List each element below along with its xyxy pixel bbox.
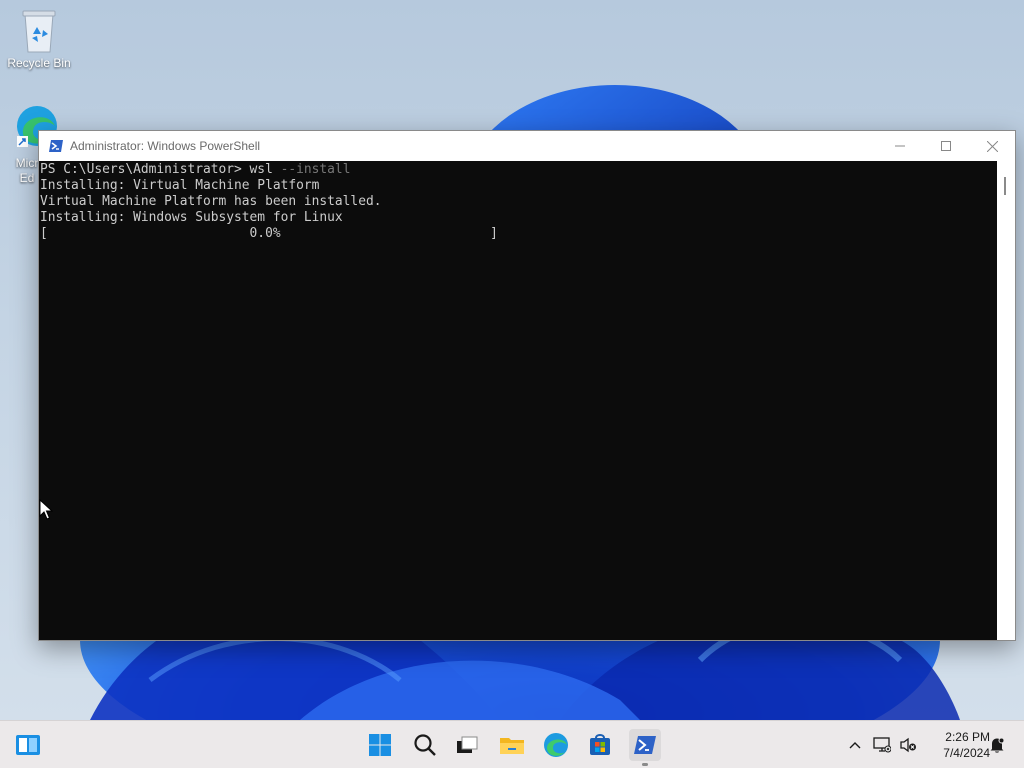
taskbar-store-button[interactable]	[584, 729, 616, 761]
console-line: Installing: Windows Subsystem for Linux	[40, 210, 343, 225]
active-app-indicator	[642, 763, 648, 766]
taskbar-start-button[interactable]	[364, 729, 396, 761]
console-output[interactable]: PS C:\Users\Administrator> wsl --install…	[39, 161, 997, 640]
window-title: Administrator: Windows PowerShell	[70, 139, 261, 153]
tray-network-button[interactable]	[872, 721, 892, 769]
powershell-icon	[634, 736, 656, 754]
store-icon	[590, 734, 610, 755]
taskbar-file-explorer-button[interactable]	[496, 729, 528, 761]
title-bar[interactable]: Administrator: Windows PowerShell	[39, 131, 1015, 161]
search-icon	[414, 734, 436, 756]
console-command: wsl	[249, 162, 273, 177]
tray-overflow-button[interactable]	[844, 721, 866, 769]
close-icon	[986, 140, 998, 152]
console-line: Virtual Machine Platform has been instal…	[40, 194, 382, 209]
widgets-button[interactable]	[12, 729, 44, 761]
network-icon	[873, 737, 891, 753]
maximize-icon	[941, 141, 951, 151]
powershell-window[interactable]: Administrator: Windows PowerShell PS C:\…	[38, 130, 1016, 641]
vertical-scrollbar[interactable]	[997, 161, 1015, 640]
minimize-icon	[895, 145, 905, 147]
clock-time: 2:26 PM	[945, 730, 990, 744]
close-button[interactable]	[969, 131, 1015, 161]
notification-icon	[990, 737, 1005, 753]
scrollbar-thumb[interactable]	[1004, 177, 1006, 195]
recycle-bin-icon	[22, 10, 56, 53]
task-view-icon	[457, 736, 478, 753]
desktop-icon-label: Recycle Bin	[7, 56, 71, 70]
minimize-button[interactable]	[877, 131, 923, 161]
taskbar: 2:26 PM 7/4/2024	[0, 720, 1024, 768]
clock-date: 7/4/2024	[943, 746, 990, 760]
taskbar-edge-button[interactable]	[540, 729, 572, 761]
taskbar-search-button[interactable]	[409, 729, 441, 761]
taskbar-task-view-button[interactable]	[451, 729, 483, 761]
mouse-pointer-icon	[39, 499, 53, 520]
powershell-icon	[49, 140, 63, 152]
taskbar-powershell-button[interactable]	[629, 729, 661, 761]
maximize-button[interactable]	[923, 131, 969, 161]
console-progress-line: [ 0.0% ]	[40, 226, 498, 241]
volume-muted-icon	[900, 737, 916, 753]
chevron-up-icon	[849, 742, 861, 749]
folder-icon	[500, 738, 524, 754]
console-prompt: PS C:\Users\Administrator>	[40, 162, 250, 177]
taskbar-clock[interactable]: 2:26 PM 7/4/2024	[924, 729, 990, 761]
edge-icon	[544, 733, 568, 757]
notification-button[interactable]	[986, 721, 1008, 769]
widgets-icon	[16, 735, 40, 755]
console-command-line: PS C:\Users\Administrator> wsl --install	[40, 162, 997, 178]
windows-start-icon	[369, 734, 391, 756]
tray-volume-button[interactable]	[898, 721, 918, 769]
console-argument: --install	[272, 162, 351, 177]
console-line: Installing: Virtual Machine Platform	[40, 178, 320, 193]
desktop-icon-recycle-bin[interactable]: Recycle Bin	[1, 8, 77, 70]
